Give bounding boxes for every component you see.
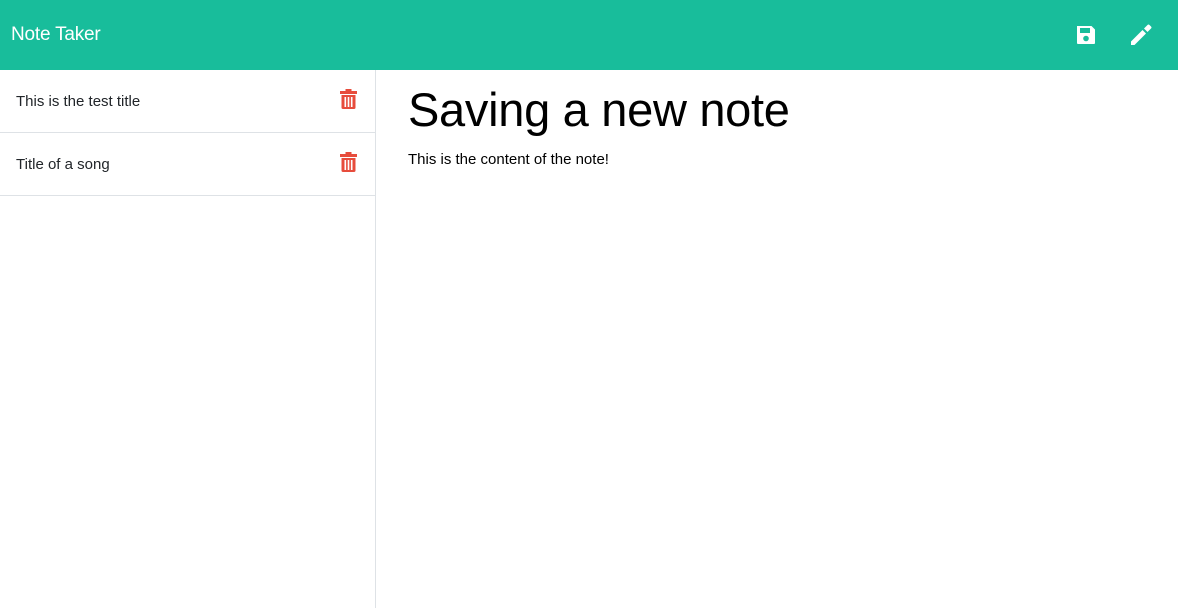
note-title: This is the test title xyxy=(16,93,141,110)
new-note-button[interactable] xyxy=(1126,20,1156,50)
floppy-disk-icon xyxy=(1077,26,1095,44)
pencil-icon xyxy=(1131,24,1152,45)
note-list-item[interactable]: This is the test title xyxy=(0,70,375,133)
delete-note-button[interactable] xyxy=(338,151,358,173)
navbar: Note Taker xyxy=(0,0,1178,70)
note-list-item[interactable]: Title of a song xyxy=(0,133,375,196)
trash-icon xyxy=(339,152,357,172)
note-editor: Saving a new note This is the content of… xyxy=(376,70,1178,608)
trash-icon xyxy=(339,89,357,109)
note-content-textarea[interactable]: This is the content of the note! xyxy=(408,150,609,170)
save-note-button[interactable] xyxy=(1071,20,1101,50)
brand-title[interactable]: Note Taker xyxy=(11,22,101,48)
delete-note-button[interactable] xyxy=(338,88,358,110)
note-title-input[interactable]: Saving a new note xyxy=(408,82,790,138)
notes-sidebar: This is the test title Title of a song xyxy=(0,70,376,608)
note-title: Title of a song xyxy=(16,156,110,173)
